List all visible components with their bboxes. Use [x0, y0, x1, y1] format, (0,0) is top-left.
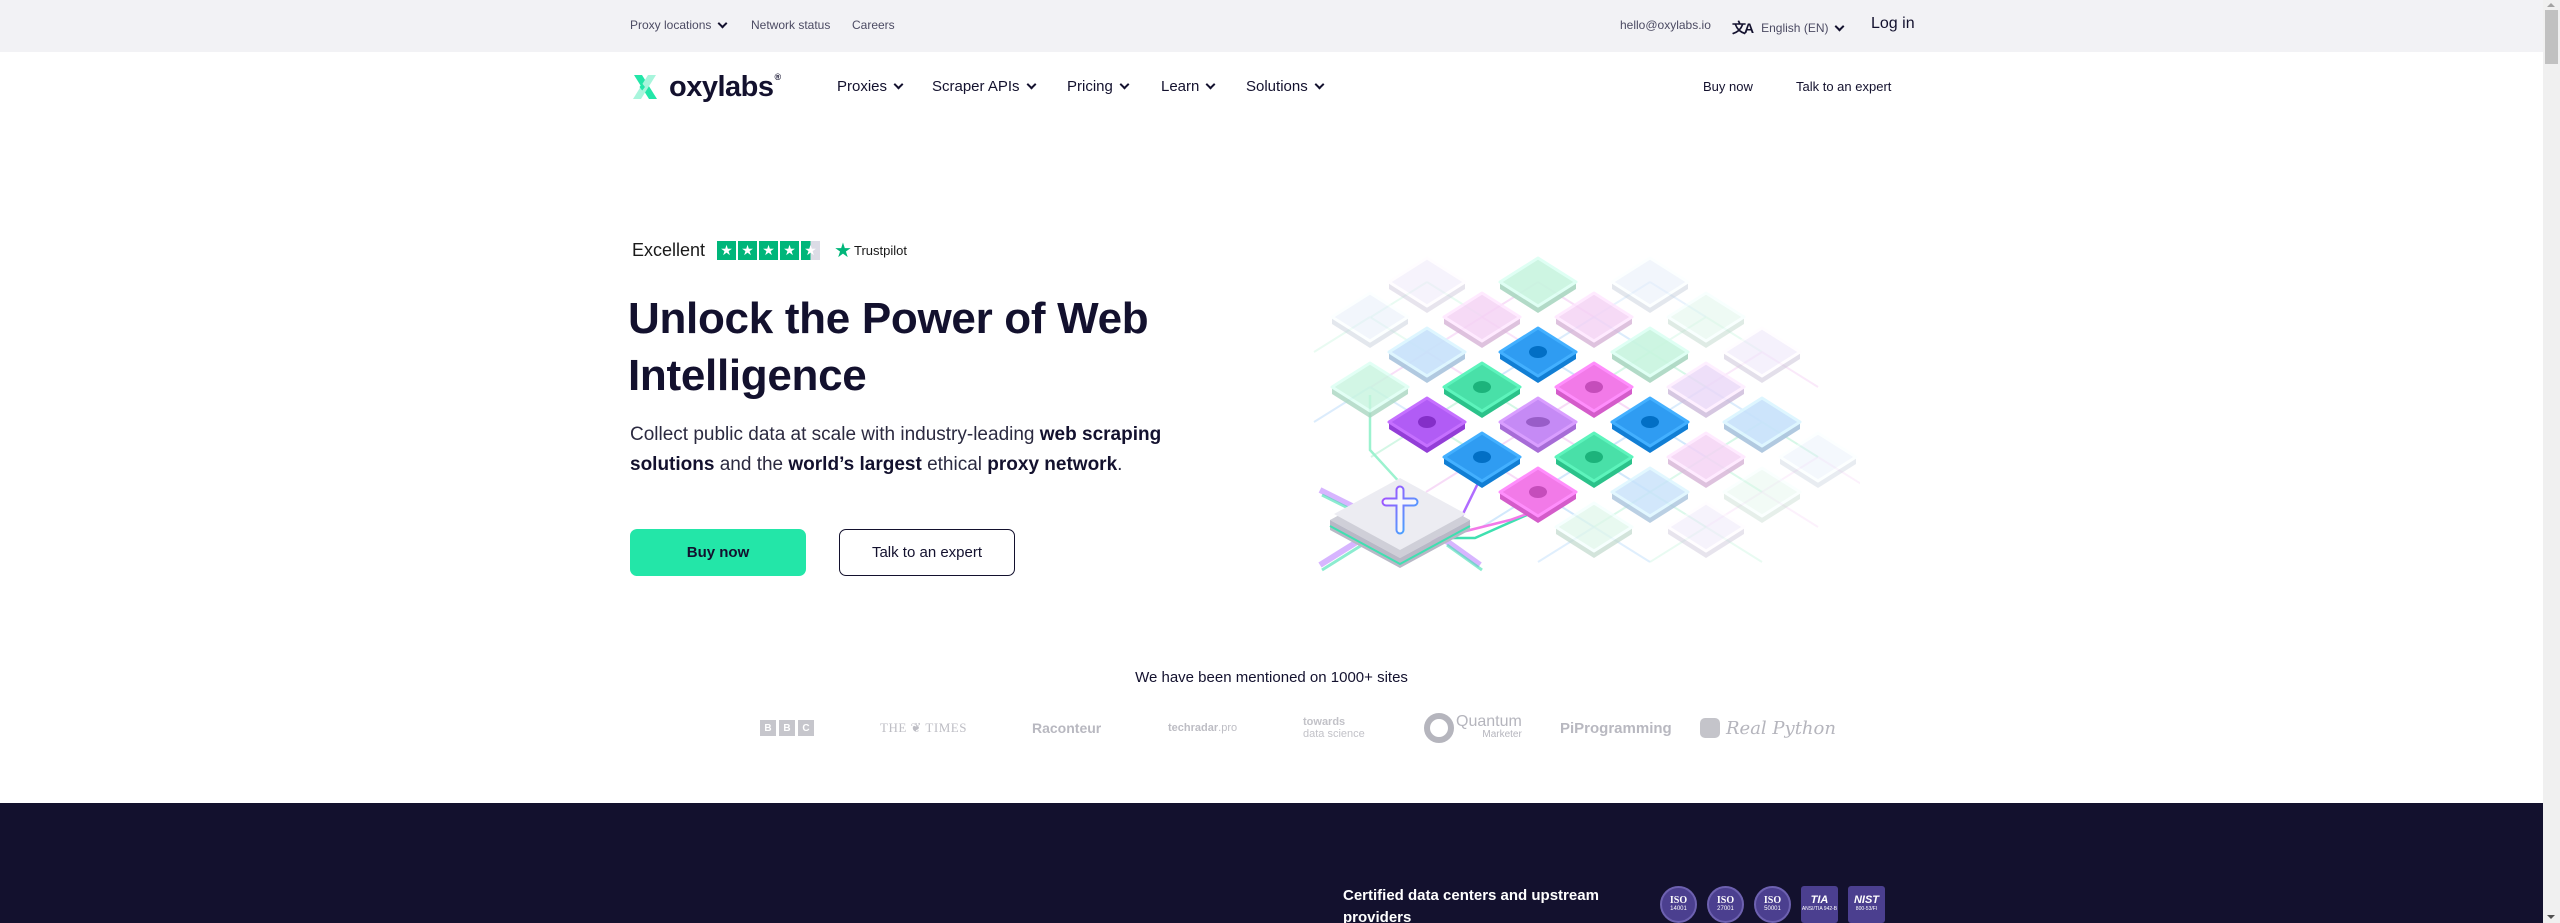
- chevron-down-icon: [1835, 21, 1845, 31]
- iso-27001-badge: ISO 27001: [1707, 886, 1744, 923]
- hero-subtitle-part: proxy network: [987, 454, 1118, 475]
- nav-scraper-apis[interactable]: Scraper APIs: [932, 78, 1036, 95]
- bug-icon: [1529, 486, 1547, 498]
- page: Proxy locations Network status Careers h…: [0, 0, 2543, 923]
- lines-icon: [1526, 417, 1550, 427]
- hero-subtitle-part: ethical: [921, 454, 988, 475]
- hero-subtitle-part: Collect public data at scale with indust…: [630, 424, 1040, 445]
- main-nav: oxylabs® Proxies Scraper APIs Pricing Le…: [0, 52, 2543, 124]
- tile: [1387, 256, 1467, 313]
- oxylabs-logo[interactable]: oxylabs®: [630, 72, 781, 102]
- hero-subtitle: Collect public data at scale with indust…: [630, 420, 1220, 480]
- chevron-down-icon: [1205, 79, 1216, 90]
- star-icon: ★: [759, 241, 779, 260]
- oxylabs-hub-icon: [1318, 478, 1483, 572]
- login-link[interactable]: Log in: [1871, 15, 1915, 33]
- oxylabs-x-icon: [633, 75, 657, 99]
- tile: [1498, 256, 1578, 313]
- shield-icon: [1585, 451, 1603, 463]
- hero-title: Unlock the Power of Web Intelligence: [628, 294, 1149, 400]
- trustpilot-brand: Trustpilot: [853, 243, 907, 258]
- hero-subtitle-part: and the: [714, 454, 789, 475]
- nav-learn-label: Learn: [1161, 78, 1200, 95]
- nav-learn[interactable]: Learn: [1161, 78, 1216, 95]
- trustpilot-star-icon: ★: [834, 239, 852, 262]
- buy-now-button[interactable]: Buy now: [630, 529, 806, 576]
- lock-icon: [1641, 416, 1659, 428]
- nist-badge: NIST 800-53/FI: [1848, 886, 1885, 923]
- proxy-locations-dropdown[interactable]: Proxy locations: [630, 18, 728, 32]
- certification-badges: ISO 14001 ISO 27001 ISO 50001 TIA ANSI/TIA 9…: [1660, 886, 1885, 923]
- search-icon: [1473, 381, 1491, 393]
- nav-solutions[interactable]: Solutions: [1246, 78, 1325, 95]
- tia-badge: TIA ANSI/TIA 942-B: [1801, 886, 1838, 923]
- quantum-marketer-logo: Quantum Marketer: [1424, 710, 1522, 746]
- scrollbar-thumb[interactable]: [2545, 10, 2558, 64]
- logo-wordmark: oxylabs®: [669, 70, 781, 103]
- star-icon: ★: [738, 241, 758, 260]
- cloud-icon: [1529, 346, 1547, 358]
- nav-proxies-label: Proxies: [837, 78, 888, 95]
- iso-14001-badge: ISO 14001: [1660, 886, 1697, 923]
- star-icon: ★: [717, 241, 737, 260]
- email-link[interactable]: hello@oxylabs.io: [1620, 18, 1711, 32]
- careers-link[interactable]: Careers: [852, 18, 895, 32]
- certifications-section: Certified data centers and upstream prov…: [0, 803, 2543, 923]
- top-utility-bar: Proxy locations Network status Careers h…: [0, 0, 2543, 52]
- hero-subtitle-part: .: [1117, 454, 1123, 475]
- half-star-icon: ★: [801, 241, 821, 260]
- proxy-locations-label: Proxy locations: [630, 18, 712, 32]
- chevron-down-icon: [1314, 79, 1325, 90]
- nav-talk-expert-link[interactable]: Talk to an expert: [1796, 79, 1891, 94]
- the-times-logo: THE ❦ TIMES: [880, 720, 967, 735]
- nav-pricing-label: Pricing: [1067, 78, 1113, 95]
- quantum-q-icon: [1424, 713, 1454, 743]
- real-python-logo: Real Python: [1700, 710, 1836, 746]
- nav-solutions-label: Solutions: [1246, 78, 1308, 95]
- mentions-title: We have been mentioned on 1000+ sites: [1135, 669, 1408, 686]
- translate-icon: 文A: [1732, 20, 1754, 36]
- hero-illustration: [1313, 256, 1860, 572]
- trust-label: Excellent: [632, 240, 706, 260]
- language-label: English (EN): [1761, 21, 1829, 35]
- techradar-logo: techradar .pro: [1168, 722, 1238, 734]
- python-icon: [1700, 718, 1720, 738]
- chevron-down-icon: [1026, 79, 1036, 90]
- nav-pricing[interactable]: Pricing: [1067, 78, 1130, 95]
- scroll-down-arrow-icon[interactable]: [2547, 915, 2555, 919]
- tile: [1610, 256, 1690, 313]
- pin-icon: [1418, 416, 1436, 428]
- bbc-logo: BBC: [760, 710, 814, 746]
- piprogramming-logo: PiProgramming: [1560, 719, 1672, 737]
- trustpilot-rating[interactable]: Excellent ★ ★ ★ ★ ★ ★ Trustpilot: [632, 240, 907, 261]
- trust-stars: ★ ★ ★ ★ ★: [717, 241, 821, 260]
- db-icon: [1473, 451, 1491, 463]
- certified-text: Certified data centers and upstream prov…: [1343, 887, 1599, 923]
- chevron-down-icon: [1119, 79, 1130, 90]
- hero-subtitle-part: world’s largest: [788, 454, 922, 475]
- chevron-down-icon: [893, 79, 904, 90]
- raconteur-logo: Raconteur: [1032, 720, 1102, 736]
- cart-icon: [1585, 381, 1603, 393]
- network-status-link[interactable]: Network status: [751, 18, 830, 32]
- nav-scraper-apis-label: Scraper APIs: [932, 78, 1020, 95]
- chevron-down-icon: [717, 18, 728, 28]
- towards-data-science-logo: towards data science: [1303, 716, 1365, 740]
- scroll-up-arrow-icon[interactable]: [2547, 3, 2555, 7]
- trustpilot-logo: ★ Trustpilot: [834, 241, 907, 261]
- iso-50001-badge: ISO 50001: [1754, 886, 1791, 923]
- star-icon: ★: [780, 241, 800, 260]
- vertical-scrollbar[interactable]: [2543, 0, 2560, 923]
- talk-to-expert-button[interactable]: Talk to an expert: [839, 529, 1015, 576]
- language-selector[interactable]: 文A English (EN): [1732, 18, 1845, 38]
- nav-proxies[interactable]: Proxies: [837, 78, 904, 95]
- nav-buy-now-link[interactable]: Buy now: [1703, 79, 1753, 94]
